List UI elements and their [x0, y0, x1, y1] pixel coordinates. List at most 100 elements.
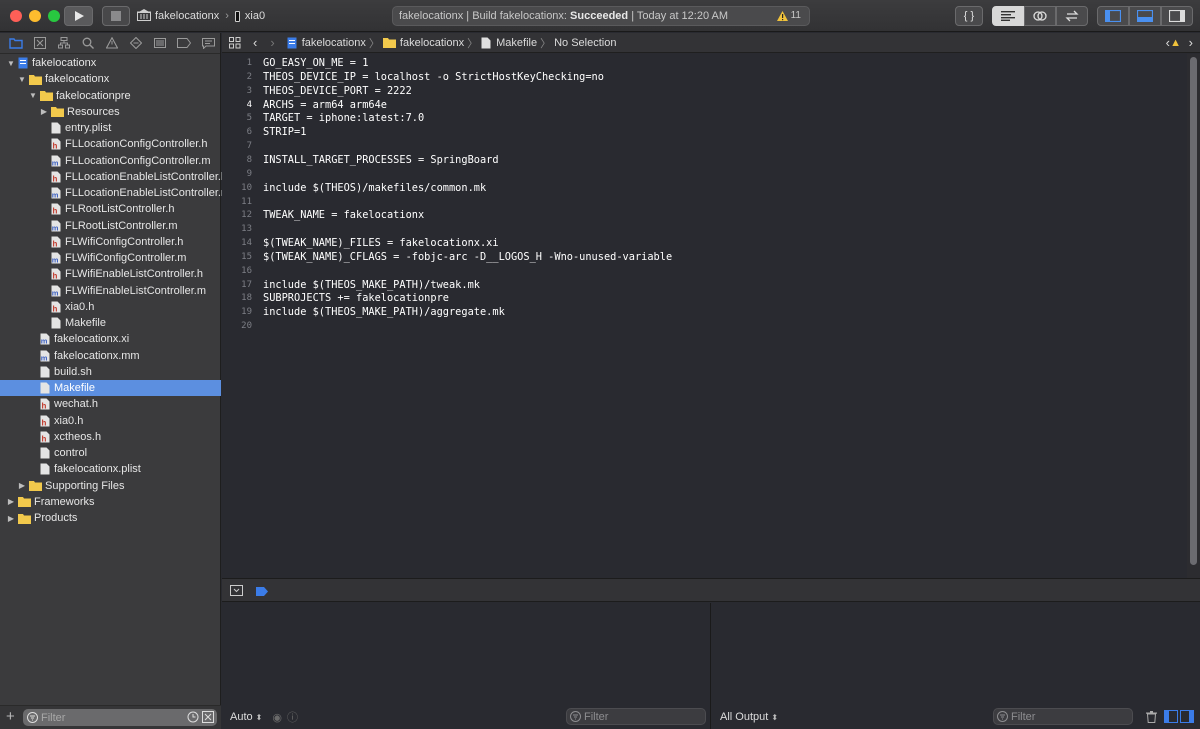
tree-item[interactable]: m FLLocationEnableListController.m [0, 185, 230, 201]
code-line[interactable]: 2 THEOS_DEVICE_IP = localhost -o StrictHo… [222, 70, 1187, 84]
code-line[interactable]: 3 THEOS_DEVICE_PORT = 2222 [222, 84, 1187, 98]
tree-item[interactable]: h wechat.h [0, 396, 221, 412]
code-line[interactable]: 8 INSTALL_TARGET_PROCESSES = SpringBoard [222, 153, 1187, 167]
tree-item[interactable]: h FLWifiEnableListController.h [0, 266, 221, 282]
disclosure-closed-icon[interactable]: ▶ [17, 481, 27, 491]
tree-item[interactable]: m FLWifiConfigController.m [0, 250, 221, 266]
code-line[interactable]: 15 $(TWEAK_NAME)_CFLAGS = -fobjc-arc -D__… [222, 250, 1187, 264]
chevron-updown-icon[interactable]: ⬍ [771, 713, 778, 722]
line-number[interactable]: 12 [222, 210, 252, 220]
tab-test-navigator[interactable] [125, 34, 147, 52]
line-number[interactable]: 19 [222, 307, 252, 317]
source-control-filter-icon[interactable] [202, 711, 214, 723]
breakpoints-toggle-icon[interactable] [256, 587, 268, 596]
code-line[interactable]: 11 [222, 195, 1187, 209]
assistant-editor-button[interactable] [1024, 6, 1056, 26]
line-number[interactable]: 4 [222, 100, 252, 110]
code-line[interactable]: 18 SUBPROJECTS += fakelocationpre [222, 291, 1187, 305]
variables-scope-popup[interactable]: Auto [230, 711, 253, 723]
tree-item[interactable]: m fakelocationx.mm [0, 348, 221, 364]
zoom-window-button[interactable] [48, 10, 60, 22]
standard-editor-button[interactable] [992, 6, 1024, 26]
line-number[interactable]: 2 [222, 72, 252, 82]
code-line[interactable]: 20 [222, 319, 1187, 333]
next-issue-icon[interactable]: › [1189, 35, 1193, 50]
tree-item[interactable]: ▶ Resources [0, 104, 221, 120]
tree-item[interactable]: ▼ fakelocationpre [0, 88, 221, 104]
breadcrumb-symbol[interactable]: No Selection [554, 37, 616, 49]
code-line[interactable]: 6 STRIP=1 [222, 125, 1187, 139]
disclosure-closed-icon[interactable]: ▶ [6, 497, 16, 507]
line-number[interactable]: 5 [222, 113, 252, 123]
line-number[interactable]: 11 [222, 197, 252, 207]
disclosure-closed-icon[interactable]: ▶ [39, 107, 49, 117]
info-icon[interactable]: ⓘ [287, 709, 298, 725]
line-number[interactable]: 16 [222, 266, 252, 276]
code-line[interactable]: 9 [222, 167, 1187, 181]
variables-filter-field[interactable]: Filter [566, 708, 706, 725]
scheme-selector[interactable]: fakelocationx › xia0 [137, 6, 265, 26]
tree-item[interactable]: h FLWifiConfigController.h [0, 234, 221, 250]
line-number[interactable]: 10 [222, 183, 252, 193]
trash-icon[interactable] [1146, 711, 1157, 723]
code-line[interactable]: 19 include $(THEOS_MAKE_PATH)/aggregate.m… [222, 305, 1187, 319]
disclosure-open-icon[interactable]: ▼ [28, 91, 38, 101]
tree-item[interactable]: control [0, 445, 221, 461]
code-line[interactable]: 7 [222, 139, 1187, 153]
stop-button[interactable] [102, 6, 130, 26]
code-line[interactable]: 4 ARCHS = arm64 arm64e [222, 98, 1187, 112]
code-line[interactable]: 10 include $(THEOS)/makefiles/common.mk [222, 181, 1187, 195]
forward-arrow-icon[interactable]: › [270, 35, 274, 50]
line-number[interactable]: 13 [222, 224, 252, 234]
tab-debug-navigator[interactable] [149, 34, 171, 52]
line-number[interactable]: 1 [222, 58, 252, 68]
tree-item[interactable]: fakelocationx.plist [0, 461, 221, 477]
tree-item[interactable]: m FLLocationConfigController.m [0, 153, 221, 169]
line-number[interactable]: 9 [222, 169, 252, 179]
related-items-icon[interactable] [229, 36, 241, 49]
line-number[interactable]: 14 [222, 238, 252, 248]
code-line[interactable]: 17 include $(THEOS_MAKE_PATH)/tweak.mk [222, 278, 1187, 292]
tab-breakpoint-navigator[interactable] [173, 34, 195, 52]
code-line[interactable]: 14 $(TWEAK_NAME)_FILES = fakelocationx.xi [222, 236, 1187, 250]
line-number[interactable]: 18 [222, 293, 252, 303]
tree-item[interactable]: h FLLocationConfigController.h [0, 136, 221, 152]
split-console-icon[interactable] [1164, 710, 1194, 723]
code-line[interactable]: 1 GO_EASY_ON_ME = 1 [222, 56, 1187, 70]
toggle-navigator-button[interactable] [1097, 6, 1129, 26]
close-window-button[interactable] [10, 10, 22, 22]
console-output-popup[interactable]: All Output [720, 711, 768, 723]
disclosure-open-icon[interactable]: ▼ [6, 58, 16, 68]
tree-item[interactable]: entry.plist [0, 120, 221, 136]
source-editor[interactable]: 1 GO_EASY_ON_ME = 1 2 THEOS_DEVICE_IP = loc… [222, 54, 1187, 578]
tree-item[interactable]: h FLRootListController.h [0, 201, 221, 217]
tree-item[interactable]: ▶ Frameworks [0, 494, 221, 510]
tree-item[interactable]: m FLWifiEnableListController.m [0, 283, 221, 299]
disclosure-open-icon[interactable]: ▼ [17, 74, 27, 84]
warning-icon[interactable]: ▲ [1170, 37, 1181, 49]
line-number[interactable]: 20 [222, 321, 252, 331]
tree-item[interactable]: h xctheos.h [0, 429, 221, 445]
minimize-window-button[interactable] [29, 10, 41, 22]
tree-item[interactable]: ▼ fakelocationx [0, 55, 221, 71]
tree-item[interactable]: build.sh [0, 364, 221, 380]
tab-source-control[interactable] [29, 34, 51, 52]
tree-item[interactable]: m fakelocationx.xi [0, 331, 221, 347]
tree-item[interactable]: h xia0.h [0, 413, 221, 429]
tree-item[interactable]: h FLLocationEnableListController.h [0, 169, 227, 185]
line-number[interactable]: 3 [222, 86, 252, 96]
tab-project-navigator[interactable] [5, 34, 27, 52]
tree-item[interactable]: ▶ Supporting Files [0, 478, 221, 494]
tab-find-navigator[interactable] [77, 34, 99, 52]
tree-item[interactable]: Makefile [0, 380, 221, 397]
line-number[interactable]: 17 [222, 280, 252, 290]
breadcrumb-project[interactable]: fakelocationx [302, 37, 366, 49]
warning-badge[interactable]: 11 [776, 10, 801, 21]
line-number[interactable]: 7 [222, 141, 252, 151]
breadcrumb-group[interactable]: fakelocationx [400, 37, 464, 49]
chevron-updown-icon[interactable]: ⬍ [256, 713, 263, 722]
eye-icon[interactable]: ◉ [272, 711, 282, 724]
tab-issue-navigator[interactable] [101, 34, 123, 52]
tree-item[interactable]: h xia0.h [0, 299, 221, 315]
breadcrumb-file[interactable]: Makefile [496, 37, 537, 49]
